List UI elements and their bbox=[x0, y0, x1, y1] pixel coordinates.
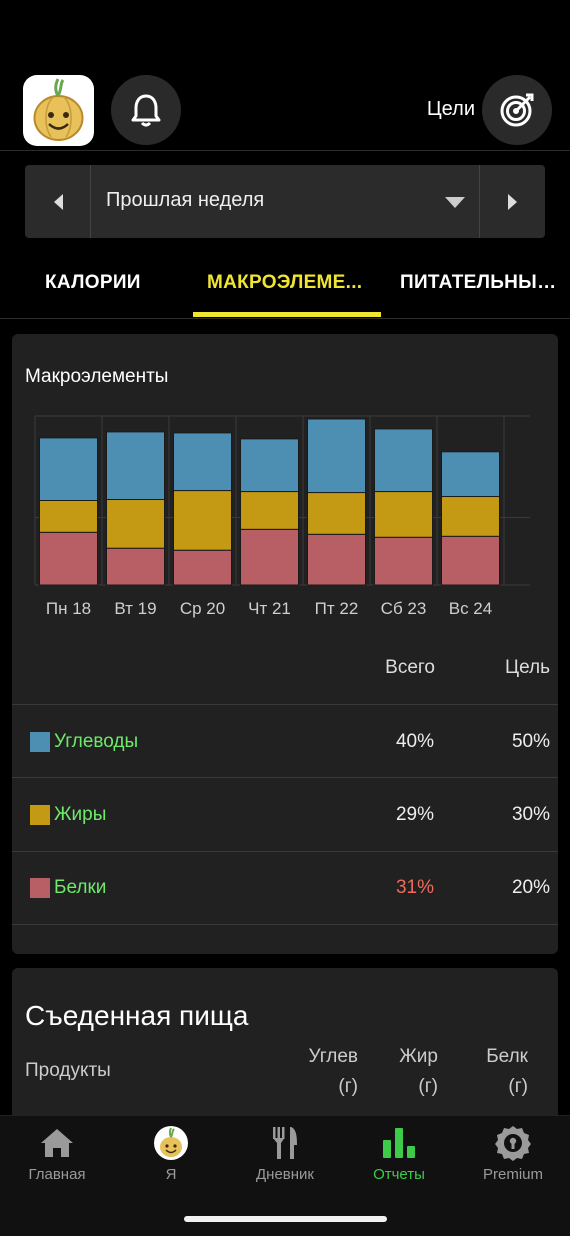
nav-me-label: Я bbox=[165, 1166, 177, 1183]
app-logo[interactable] bbox=[23, 75, 94, 146]
fork-knife-icon bbox=[273, 1127, 297, 1159]
goals-label[interactable]: Цели bbox=[427, 98, 475, 121]
protein-label: Белки bbox=[54, 877, 107, 898]
protein-total: 31% bbox=[395, 877, 434, 898]
previous-period-button[interactable] bbox=[25, 165, 91, 238]
nav-home-label: Главная bbox=[28, 1166, 86, 1183]
eaten-food-title: Съеденная пища bbox=[25, 1000, 249, 1031]
protein-color-swatch bbox=[30, 878, 50, 898]
header-divider bbox=[0, 150, 570, 151]
tab-nutrients[interactable]: ПИТАТЕЛЬНЫЕ... bbox=[400, 272, 565, 294]
notifications-button[interactable] bbox=[111, 75, 181, 145]
carbs-goal: 50% bbox=[511, 731, 550, 752]
fat-goal: 30% bbox=[511, 804, 550, 825]
carbs-total: 40% bbox=[395, 731, 434, 752]
dropdown-arrow-icon[interactable] bbox=[445, 196, 465, 214]
nav-me[interactable]: Я bbox=[114, 1122, 228, 1183]
date-range-label[interactable]: Прошлая неделя bbox=[106, 189, 264, 212]
row-divider bbox=[12, 924, 558, 925]
premium-badge-icon bbox=[495, 1126, 531, 1161]
nav-diary-label: Дневник bbox=[256, 1166, 314, 1183]
protein-header-line1: Белк bbox=[486, 1046, 528, 1067]
fat-color-swatch bbox=[30, 805, 50, 825]
row-divider bbox=[12, 851, 558, 852]
row-divider bbox=[12, 777, 558, 778]
protein-goal: 20% bbox=[511, 877, 550, 898]
next-period-button[interactable] bbox=[479, 165, 545, 238]
home-icon bbox=[41, 1129, 73, 1157]
chevron-left-icon bbox=[53, 193, 63, 210]
tab-macros[interactable]: МАКРОЭЛЕМЕ... bbox=[207, 272, 372, 294]
nav-premium-label: Premium bbox=[482, 1166, 543, 1183]
fat-total: 29% bbox=[395, 804, 434, 825]
nav-reports[interactable]: Отчеты bbox=[342, 1122, 456, 1183]
products-column-header[interactable]: Продукты bbox=[25, 1060, 111, 1082]
carbs-header-line1: Углев bbox=[308, 1046, 358, 1067]
nav-premium[interactable]: Premium bbox=[456, 1122, 570, 1183]
home-indicator bbox=[184, 1216, 387, 1222]
goals-button[interactable] bbox=[482, 75, 552, 145]
date-range-selector: Прошлая неделя bbox=[25, 165, 545, 238]
avatar-icon bbox=[154, 1126, 188, 1160]
carbs-header-line2: (г) bbox=[338, 1076, 358, 1097]
protein-header-line2: (г) bbox=[508, 1076, 528, 1097]
bar-chart-icon bbox=[383, 1128, 415, 1158]
nav-diary[interactable]: Дневник bbox=[228, 1122, 342, 1183]
nav-home[interactable]: Главная bbox=[0, 1122, 114, 1183]
tabs-divider bbox=[0, 318, 570, 319]
carbs-label: Углеводы bbox=[54, 731, 139, 752]
macros-table: Углеводы 40% 50% Жиры 29% 30% Белки 31% … bbox=[12, 334, 558, 954]
fat-label: Жиры bbox=[54, 804, 107, 825]
chevron-right-icon bbox=[507, 193, 517, 210]
fat-header-line2: (г) bbox=[418, 1076, 438, 1097]
tab-calories[interactable]: КАЛОРИИ bbox=[45, 272, 185, 294]
carbs-color-swatch bbox=[30, 732, 50, 752]
row-divider bbox=[12, 704, 558, 705]
protein-column-header[interactable]: Белк (г) bbox=[465, 1042, 528, 1102]
active-tab-indicator bbox=[193, 312, 381, 317]
nav-reports-label: Отчеты bbox=[373, 1166, 425, 1183]
target-icon bbox=[500, 93, 534, 127]
carbs-column-header[interactable]: Углев (г) bbox=[290, 1042, 358, 1102]
fat-header-line1: Жир bbox=[399, 1046, 438, 1067]
onion-mascot-icon bbox=[33, 78, 84, 141]
bell-icon bbox=[131, 94, 161, 127]
fat-column-header[interactable]: Жир (г) bbox=[380, 1042, 438, 1102]
